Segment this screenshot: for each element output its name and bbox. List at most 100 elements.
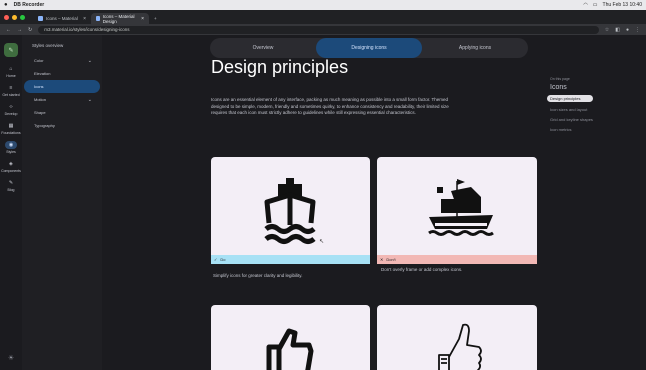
svg-text:↖: ↖ [319, 238, 324, 245]
sidebar-item-typography[interactable]: Typography [24, 119, 100, 132]
rail-label: Components [1, 169, 21, 173]
toc-title[interactable]: Icons [550, 84, 646, 91]
styles-sidebar: Styles overview Color ⌄ Elevation Icons … [22, 35, 102, 370]
rail-label: Foundations [1, 131, 21, 135]
close-icon: ✕ [380, 257, 384, 262]
status-area: ◠ ▭ Thu Feb 13 10:40 [583, 2, 642, 8]
sidebar-item-label: Shape [34, 110, 46, 115]
rail-item-get-started[interactable]: ≡ Get started [2, 84, 19, 97]
page-title: Design principles [211, 57, 349, 77]
intro-paragraph: Icons are an essential element of any in… [211, 97, 449, 115]
example-card-do: ↖ [211, 157, 370, 255]
browser-tab-2[interactable]: Icons – Material Design × [91, 13, 149, 24]
window-controls [4, 10, 25, 24]
example-card-3 [211, 305, 370, 370]
rail-item-foundations[interactable]: ▦ Foundations [1, 122, 20, 135]
app-name[interactable]: DB Recorder [14, 2, 45, 8]
thumbs-up-complex-icon [438, 323, 482, 370]
rail-item-home[interactable]: ⌂ Home [5, 65, 17, 78]
menu-icon[interactable]: ⋮ [635, 27, 640, 33]
sidebar-item-elevation[interactable]: Elevation [24, 67, 100, 80]
address-bar-row: ← → ↻ m3.material.io/styles/icons/design… [0, 24, 646, 35]
sidebar-item-icons[interactable]: Icons [24, 80, 100, 93]
example-card-4 [377, 305, 537, 370]
on-this-page-panel: On this page Icons Design principles Ico… [546, 35, 646, 370]
toc-label: On this page [550, 77, 570, 81]
close-tab-icon[interactable]: × [83, 16, 86, 22]
extensions-icon[interactable]: ◧ [615, 27, 620, 33]
menu-lines-icon: ≡ [9, 85, 13, 91]
battery-icon[interactable]: ▭ [593, 2, 598, 8]
close-tab-icon[interactable]: × [141, 16, 144, 22]
macos-menu-bar: ● DB Recorder ◠ ▭ Thu Feb 13 10:40 [0, 0, 646, 10]
palette-icon: ◉ [5, 141, 17, 149]
navigation-rail: ✎ ⌂ Home ≡ Get started ‹› Develop ▦ Foun… [0, 35, 22, 370]
blog-icon: ✎ [8, 180, 14, 186]
components-icon: ◈ [9, 161, 13, 167]
toc-item-icon-sizes[interactable]: Icon sizes and layout [550, 107, 594, 112]
profile-icon[interactable]: ● [626, 27, 629, 33]
dont-caption: Don't overly frame or add complex icons. [381, 267, 463, 272]
toc-item-design-principles[interactable]: Design principles [547, 95, 593, 102]
theme-toggle-icon[interactable]: ☀ [8, 354, 14, 362]
maximize-window-button[interactable] [20, 14, 25, 20]
rail-label: Home [6, 74, 16, 78]
rail-item-styles[interactable]: ◉ Styles [5, 141, 17, 154]
rail-item-develop[interactable]: ‹› Develop [5, 103, 18, 116]
tab-overview[interactable]: Overview [210, 38, 316, 58]
edit-icon[interactable]: ✎ [4, 43, 18, 57]
star-icon[interactable]: ☆ [605, 27, 609, 33]
ship-simple-icon: ↖ [264, 178, 324, 245]
dont-label-bar: ✕ Don't [377, 255, 537, 264]
browser-tab-1[interactable]: Icons – Material × [33, 13, 91, 24]
rail-label: Get started [2, 93, 20, 97]
example-card-dont [377, 157, 537, 255]
close-window-button[interactable] [4, 14, 9, 20]
toc-item-icon-metrics[interactable]: Icon metrics [550, 127, 594, 132]
sidebar-item-label: Motion [34, 97, 47, 102]
sidebar-item-label: Color [34, 58, 44, 63]
tab-applying-icons[interactable]: Applying icons [422, 38, 528, 58]
sidebar-item-label: Icons [34, 84, 44, 89]
sidebar-item-label: Elevation [34, 71, 51, 76]
rail-label: Develop [4, 112, 18, 116]
browser-tab-strip: Icons – Material × Icons – Material Desi… [0, 10, 646, 24]
tab-designing-icons[interactable]: Designing icons [316, 38, 422, 58]
toc-item-grid-keyline[interactable]: Grid and keyline shapes [550, 117, 594, 122]
code-icon: ‹› [9, 104, 13, 110]
back-icon[interactable]: ← [6, 27, 11, 33]
sidebar-item-motion[interactable]: Motion ⌄ [24, 93, 100, 106]
clock[interactable]: Thu Feb 13 10:40 [603, 2, 642, 8]
do-label-bar: ✓ Do [211, 255, 370, 264]
forward-icon[interactable]: → [17, 27, 22, 33]
minimize-window-button[interactable] [12, 14, 17, 20]
url-field[interactable]: m3.material.io/styles/icons/designing-ic… [38, 25, 599, 34]
reload-icon[interactable]: ↻ [28, 27, 32, 33]
new-tab-button[interactable]: + [149, 13, 161, 24]
page-tabs: Overview Designing icons Applying icons [210, 38, 528, 58]
tab-label: Icons – Material [46, 16, 78, 21]
sidebar-item-color[interactable]: Color ⌄ [24, 54, 100, 67]
favicon-icon [38, 16, 43, 21]
dont-label: Don't [386, 257, 396, 262]
browser-actions: ☆ ◧ ● ⋮ [605, 27, 640, 33]
grid-icon: ▦ [8, 123, 14, 129]
home-icon: ⌂ [9, 66, 13, 72]
sidebar-item-shape[interactable]: Shape [24, 106, 100, 119]
chevron-down-icon: ⌄ [87, 96, 92, 103]
sidebar-title[interactable]: Styles overview [22, 43, 102, 48]
rail-label: Styles [6, 150, 16, 154]
thumbs-up-simple-icon [266, 328, 314, 370]
chevron-down-icon: ⌄ [87, 57, 92, 64]
apple-menu-icon[interactable]: ● [4, 2, 8, 8]
do-caption: Simplify icons for greater clarity and l… [213, 273, 303, 278]
rail-item-blog[interactable]: ✎ Blog [5, 179, 17, 192]
do-label: Do [220, 257, 226, 262]
wifi-icon[interactable]: ◠ [583, 2, 587, 8]
favicon-icon [96, 16, 100, 21]
rail-item-components[interactable]: ◈ Components [1, 160, 21, 173]
tab-label: Icons – Material Design [102, 13, 135, 24]
ship-complex-icon [428, 179, 494, 236]
check-icon: ✓ [214, 257, 218, 262]
main-content: Overview Designing icons Applying icons … [102, 35, 546, 370]
